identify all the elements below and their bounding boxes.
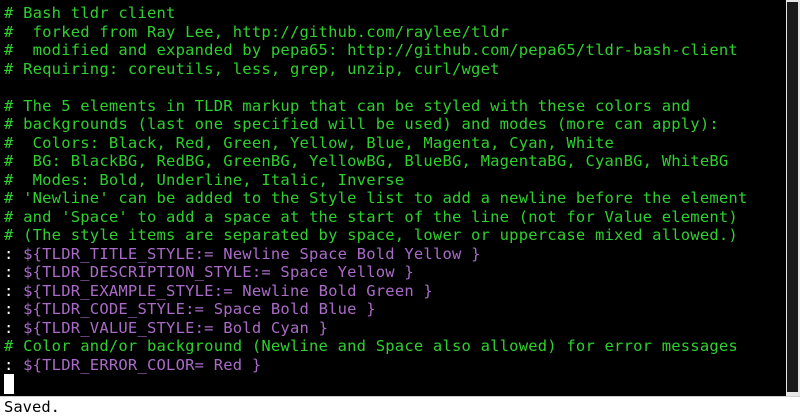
- line-code: ${TLDR_VALUE_STYLE:= Bold Cyan }: [13, 318, 329, 337]
- line-prefix: :: [4, 300, 14, 318]
- scrollbar-thumb[interactable]: [787, 2, 798, 392]
- line-prefix: :: [4, 355, 14, 374]
- editor-line: # Color and/or background (Newline and S…: [4, 337, 738, 355]
- editor-line-code: : ${TLDR_CODE_STYLE:= Space Bold Blue }: [4, 300, 376, 319]
- line-code: ${TLDR_ERROR_COLOR= Red }: [13, 355, 262, 374]
- editor-line: # modified and expanded by pepa65: http:…: [4, 41, 738, 59]
- editor-line-code: : ${TLDR_ERROR_COLOR= Red }: [4, 356, 261, 375]
- line-code: ${TLDR_TITLE_STYLE:= Newline Space Bold …: [13, 244, 481, 263]
- editor-line: # backgrounds (last one specified will b…: [4, 115, 719, 133]
- line-code: ${TLDR_DESCRIPTION_STYLE:= Space Yellow …: [13, 263, 414, 281]
- editor-line: # 'Newline' can be added to the Style li…: [4, 189, 748, 207]
- editor-line: # The 5 elements in TLDR markup that can…: [4, 96, 691, 115]
- line-prefix: :: [4, 318, 14, 337]
- status-bar: Saved.: [0, 396, 800, 418]
- line-prefix: :: [4, 263, 14, 281]
- editor-line: # forked from Ray Lee, http://github.com…: [4, 22, 510, 41]
- editor-line-code: : ${TLDR_DESCRIPTION_STYLE:= Space Yello…: [4, 263, 414, 282]
- editor-line: # Colors: Black, Red, Green, Yellow, Blu…: [4, 133, 615, 152]
- editor-line: # Requiring: coreutils, less, grep, unzi…: [4, 59, 500, 78]
- line-code: ${TLDR_CODE_STYLE:= Space Bold Blue }: [13, 300, 376, 318]
- line-code: ${TLDR_EXAMPLE_STYLE:= Newline Bold Gree…: [13, 281, 433, 300]
- editor-line-code: : ${TLDR_EXAMPLE_STYLE:= Newline Bold Gr…: [4, 282, 433, 301]
- editor-line: # Bash tldr client: [4, 4, 176, 22]
- editor-line: # Modes: Bold, Underline, Italic, Invers…: [4, 170, 405, 189]
- status-message: Saved.: [4, 398, 60, 416]
- text-cursor: [4, 374, 14, 394]
- editor-line: # and 'Space' to add a space at the star…: [4, 207, 738, 226]
- editor-line-code: : ${TLDR_VALUE_STYLE:= Bold Cyan }: [4, 319, 328, 338]
- editor-line: # (The style items are separated by spac…: [4, 226, 738, 244]
- editor-line: # BG: BlackBG, RedBG, GreenBG, YellowBG,…: [4, 152, 729, 170]
- terminal-editor[interactable]: # Bash tldr client # forked from Ray Lee…: [0, 0, 786, 396]
- line-prefix: :: [4, 244, 14, 263]
- line-prefix: :: [4, 281, 14, 300]
- editor-line-code: : ${TLDR_TITLE_STYLE:= Newline Space Bol…: [4, 245, 481, 264]
